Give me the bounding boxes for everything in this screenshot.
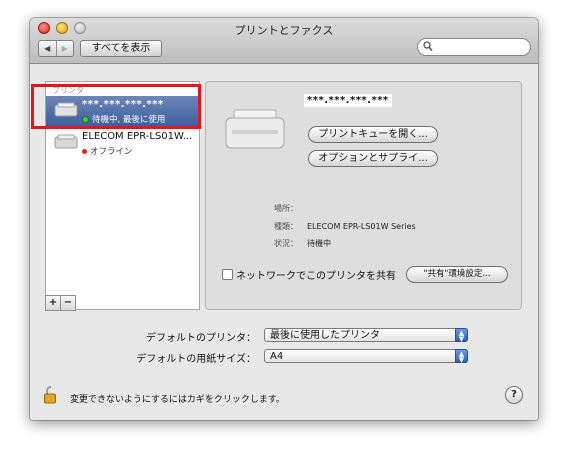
popup-arrows-icon: ▲ ▼: [455, 328, 468, 343]
back-forward-control: ◀ ▶: [38, 40, 74, 57]
default-printer-popup[interactable]: 最後に使用したプリンタ ▲ ▼: [264, 328, 468, 343]
printer-detail-panel: ***.***.***.*** プリントキューを開く... オプションとサプライ…: [205, 81, 522, 310]
search-input[interactable]: [417, 38, 531, 56]
default-printer-row: デフォルトのプリンタ：: [30, 327, 256, 344]
open-print-queue-button[interactable]: プリントキューを開く...: [308, 126, 438, 143]
printer-list-item[interactable]: ELECOM EPR-LS01W... オフライン: [46, 128, 199, 160]
add-remove-control: + −: [45, 295, 76, 311]
window-title: プリントとファクス: [234, 24, 334, 37]
default-paper-label: デフォルトの用紙サイズ：: [136, 354, 256, 365]
toolbar: プリントとファクス ◀ ▶ すべてを表示: [30, 18, 538, 64]
status-row: 状況： 待機中: [274, 238, 331, 249]
add-printer-button[interactable]: +: [45, 295, 61, 311]
help-button[interactable]: ?: [505, 386, 523, 404]
back-button[interactable]: ◀: [39, 41, 56, 56]
default-printer-value: 最後に使用したプリンタ: [270, 330, 380, 341]
printer-status: オフライン: [90, 147, 133, 157]
printer-status-row: オフライン: [82, 145, 133, 157]
printers-window: プリントとファクス ◀ ▶ すべてを表示 プリンタ ***.***.***.**…: [30, 18, 538, 420]
status-value: 待機中: [307, 239, 331, 248]
status-dot-icon: [82, 149, 87, 154]
kind-label: 種類：: [274, 222, 298, 231]
options-supplies-button[interactable]: オプションとサプライ...: [308, 150, 438, 167]
show-all-button[interactable]: すべてを表示: [80, 40, 162, 57]
printer-large-icon: [225, 109, 285, 149]
lock-icon[interactable]: [44, 386, 58, 404]
default-paper-value: A4: [270, 351, 284, 362]
default-paper-popup[interactable]: A4 ▲ ▼: [264, 349, 468, 364]
share-label: ネットワークでこのプリンタを共有: [236, 271, 396, 282]
printer-name: ELECOM EPR-LS01W...: [82, 131, 193, 142]
default-printer-label: デフォルトのプリンタ：: [146, 333, 256, 344]
printer-detail-name: ***.***.***.***: [304, 94, 392, 107]
share-checkbox[interactable]: [222, 269, 233, 280]
forward-button[interactable]: ▶: [55, 41, 74, 56]
status-label: 状況：: [274, 239, 298, 248]
sharing-preferences-button[interactable]: "共有"環境設定...: [406, 266, 508, 283]
search-icon: [423, 41, 433, 55]
location-label: 場所：: [274, 204, 298, 213]
lock-message: 変更できないようにするにはカギをクリックします。: [70, 395, 286, 405]
kind-value: ELECOM EPR-LS01W Series: [307, 222, 416, 231]
kind-row: 種類： ELECOM EPR-LS01W Series: [274, 221, 416, 232]
default-paper-row: デフォルトの用紙サイズ：: [30, 348, 256, 365]
highlight-annotation: [31, 84, 201, 129]
share-row: ネットワークでこのプリンタを共有: [222, 267, 396, 282]
location-row: 場所：: [274, 203, 307, 214]
remove-printer-button[interactable]: −: [61, 295, 76, 311]
printer-icon: [54, 134, 78, 149]
popup-arrows-icon: ▲ ▼: [455, 349, 468, 364]
